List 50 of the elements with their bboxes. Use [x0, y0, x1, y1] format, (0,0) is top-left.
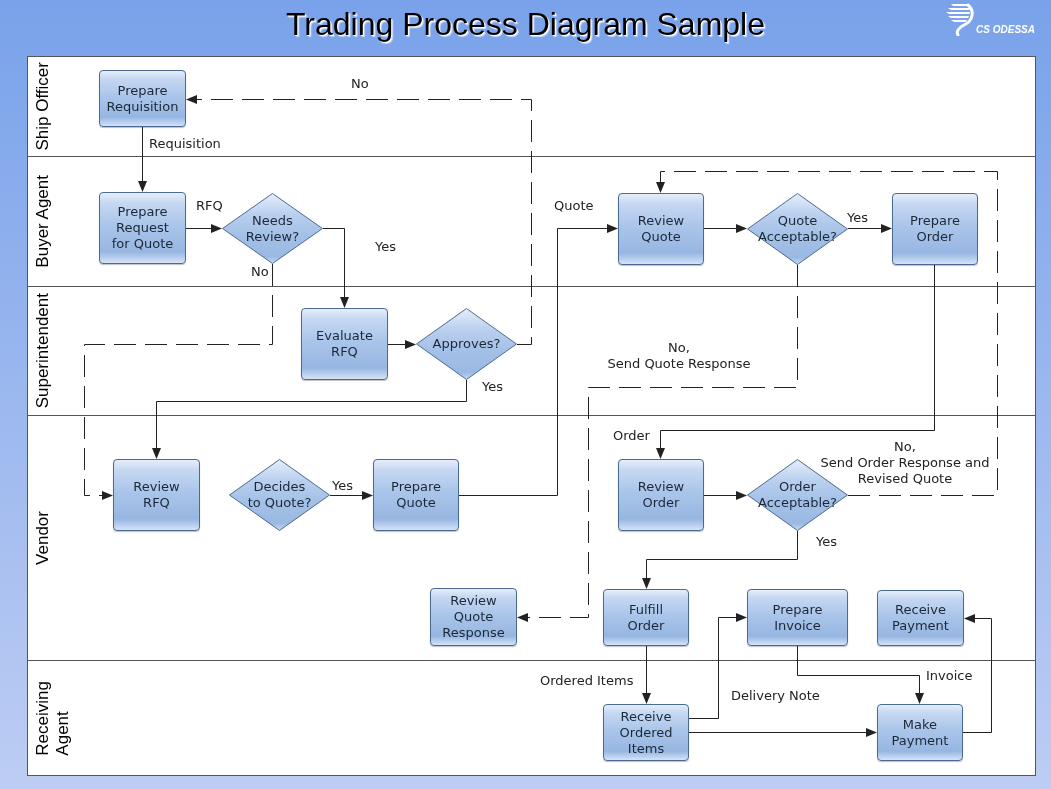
process-node: Prepare Request for Quote — [99, 192, 186, 264]
process-node: Evaluate RFQ — [301, 308, 388, 380]
lane-label: Receiving Agent — [33, 680, 73, 756]
process-node: Prepare Quote — [373, 459, 459, 531]
decision-node: Quote Acceptable? — [747, 193, 848, 265]
connector-label: Invoice — [926, 668, 973, 684]
process-node: Review Quote — [618, 193, 704, 265]
process-node: Receive Ordered Items — [603, 704, 689, 761]
process-node: Fulfill Order — [603, 589, 689, 646]
connector-label: Yes — [847, 210, 868, 226]
decision-node: Decides to Quote? — [229, 459, 330, 531]
swirl-logo-icon — [945, 2, 976, 36]
connector-label: No, Send Quote Response — [607, 340, 751, 372]
connector-label: Yes — [816, 534, 837, 550]
connector-label: Delivery Note — [731, 688, 820, 704]
page-title: Trading Process Diagram Sample — [286, 5, 765, 43]
connector-label: Yes — [482, 379, 503, 395]
connector-label: Yes — [332, 478, 353, 494]
lane-label: Ship Officer — [33, 62, 53, 151]
flow-arrow — [329, 491, 373, 500]
lane-label: Buyer Agent — [33, 175, 53, 268]
decision-node: Approves? — [416, 308, 517, 380]
process-node: Review Quote Response — [430, 588, 517, 646]
connector-label: RFQ — [196, 198, 223, 214]
decision-node: Needs Review? — [222, 193, 323, 264]
process-node: Receive Payment — [877, 590, 964, 646]
connector-label: Quote — [554, 198, 594, 214]
process-node: Make Payment — [877, 704, 963, 761]
connector-label: Yes — [375, 239, 396, 255]
process-node: Prepare Invoice — [747, 589, 848, 646]
flow-arrow — [387, 340, 416, 349]
connector-label: Ordered Items — [540, 673, 634, 689]
connector-label: No — [351, 76, 369, 92]
lane-label: Superintendent — [33, 293, 53, 409]
flow-arrow — [847, 224, 892, 233]
process-node: Review RFQ — [113, 459, 200, 531]
flow-arrow — [642, 645, 651, 704]
process-node: Prepare Requisition — [99, 70, 186, 127]
flow-arrow — [185, 224, 222, 233]
flow-arrow — [703, 491, 747, 500]
flow-arrow — [138, 126, 147, 192]
logo-text: CS ODESSA — [976, 25, 1035, 35]
connector-label: Requisition — [149, 136, 221, 152]
connector-label: Order — [613, 428, 650, 444]
lane-label: Vendor — [33, 511, 53, 565]
process-node: Review Order — [618, 459, 704, 531]
flow-arrow — [703, 224, 747, 233]
process-node: Prepare Order — [892, 193, 978, 265]
connector-label: No, Send Order Response and Revised Quote — [820, 439, 990, 487]
connector-label: No — [251, 264, 269, 280]
